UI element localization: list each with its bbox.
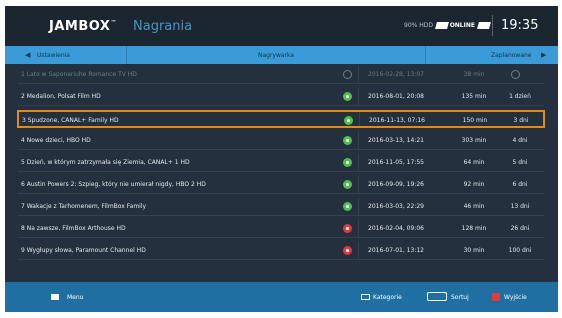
tab-scheduled-label: Zaplanowane	[491, 52, 532, 59]
recording-date: 2016-02-04, 09:06	[368, 225, 424, 232]
tab-recorder[interactable]: Nagrywarka	[126, 46, 426, 64]
recording-title: 7 Wakacje z Tarhomenem, FilmBox Family	[21, 203, 147, 210]
recording-duration: 303 min	[461, 137, 487, 144]
recording-duration: 135 min	[461, 93, 487, 100]
recording-age: 13 dni	[510, 203, 530, 210]
recording-age: 26 dni	[510, 225, 530, 232]
ok-key-icon	[427, 292, 447, 301]
category-key-icon	[361, 294, 370, 300]
clock: 19:35	[501, 18, 539, 33]
recording-age: 6 dni	[512, 181, 528, 188]
hdd-status: 90% HDD	[404, 22, 449, 29]
status-ok-icon	[343, 136, 352, 145]
recording-duration: 46 min	[463, 203, 485, 210]
recording-title: 9 Wygłupy słowa, Paramount Channel HD	[21, 247, 146, 254]
tab-scheduled[interactable]: Zaplanowane ▶	[426, 46, 558, 64]
status-ok-icon	[343, 202, 352, 211]
recording-row[interactable]: 4 Nowe dzieci, HBO HD 2016-03-13, 14:21 30…	[18, 132, 544, 150]
recording-date: 2016-07-01, 13:12	[368, 247, 424, 254]
category-label[interactable]: Kategorie	[373, 294, 402, 301]
exit-label[interactable]: Wyjście	[504, 294, 527, 301]
column-divider	[358, 132, 359, 149]
status-ok-icon	[343, 92, 352, 101]
recording-duration: 128 min	[461, 225, 487, 232]
column-divider	[358, 154, 359, 171]
status-ok-icon	[343, 180, 352, 189]
tab-bar: ◀ Ustawienia Nagrywarka Zaplanowane ▶	[5, 46, 558, 64]
tv-screen: JAMBOX™ Nagrania 90% HDD ONLINE 19:35 ◀ …	[5, 6, 558, 312]
recording-row[interactable]: 8 Na zawsze, FilmBox Arthouse HD 2016-02-…	[18, 220, 544, 238]
recording-title: 1 Lato w Saponariuhe Romance TV HD	[21, 71, 137, 78]
status-error-icon	[343, 224, 352, 233]
recording-date: 2016-11-13, 07:16	[369, 117, 425, 124]
recording-age: 100 dni	[508, 247, 532, 254]
column-divider	[358, 88, 359, 105]
tab-settings[interactable]: ◀ Ustawienia	[17, 46, 126, 64]
recording-title: 8 Na zawsze, FilmBox Arthouse HD	[21, 225, 126, 232]
recording-title: 4 Nowe dzieci, HBO HD	[21, 137, 91, 144]
network-icon	[477, 22, 491, 29]
recording-age: 1 dzień	[509, 93, 531, 100]
tab-settings-label: Ustawienia	[37, 52, 70, 59]
recording-duration: 38 min	[463, 71, 485, 78]
divider	[492, 15, 493, 36]
recording-row[interactable]: 6 Austin Powers 2: Szpieg, który nie umi…	[18, 176, 544, 194]
column-divider	[359, 112, 360, 126]
status-error-icon	[343, 246, 352, 255]
column-divider	[358, 66, 359, 83]
recording-title: 2 Medalion, Polsat Film HD	[21, 93, 101, 100]
recording-age: 3 dni	[513, 117, 529, 124]
top-bar: JAMBOX™ Nagrania 90% HDD ONLINE 19:35	[5, 6, 558, 46]
jambox-logo: JAMBOX™	[49, 19, 117, 34]
recording-age: 4 dni	[512, 137, 528, 144]
recording-title: 6 Austin Powers 2: Szpieg, który nie umi…	[21, 181, 206, 188]
recording-age: 5 dni	[512, 159, 528, 166]
page-title: Nagrania	[133, 19, 193, 34]
storage-icon	[435, 22, 449, 29]
status-ok-icon	[344, 116, 353, 125]
network-status: ONLINE	[450, 22, 491, 29]
tab-recorder-label: Nagrywarka	[257, 52, 295, 59]
selected-recording-row[interactable]: 3 Spudzone, CANAL+ Family HD 2016-11-13, …	[17, 110, 545, 128]
recording-row[interactable]: 5 Dzień, w którym zatrzymała się Ziemia,…	[18, 154, 544, 172]
recording-row[interactable]: 9 Wygłupy słowa, Paramount Channel HD 201…	[18, 242, 544, 260]
recording-duration: 92 min	[463, 181, 485, 188]
status-pending-icon	[343, 70, 352, 79]
recording-title: 5 Dzień, w którym zatrzymała się Ziemia,…	[21, 159, 190, 166]
red-key-icon	[492, 293, 500, 301]
recording-date: 2016-11-05, 17:55	[368, 159, 424, 166]
column-divider	[358, 198, 359, 215]
column-divider	[358, 176, 359, 193]
column-divider	[358, 242, 359, 259]
chevron-right-icon: ▶	[541, 51, 547, 59]
recording-row[interactable]: 1 Lato w Saponariuhe Romance TV HD 2016-0…	[18, 66, 544, 84]
recording-date: 2016-08-01, 20:08	[368, 93, 424, 100]
recording-duration: 150 min	[462, 117, 488, 124]
chevron-left-icon: ◀	[25, 51, 31, 59]
recording-date: 2016-03-13, 14:21	[368, 137, 424, 144]
sort-label[interactable]: Sortuj	[451, 294, 469, 301]
footer-bar: Menu Kategorie Sortuj Wyjście	[5, 282, 558, 312]
recording-date: 2016-02-28, 13:07	[368, 71, 424, 78]
recording-title: 3 Spudzone, CANAL+ Family HD	[22, 117, 119, 124]
recording-row[interactable]: 7 Wakacje z Tarhomenem, FilmBox Family 20…	[18, 198, 544, 216]
recording-date: 2016-09-09, 19:26	[368, 181, 424, 188]
pending-icon	[511, 70, 520, 79]
status-ok-icon	[343, 158, 352, 167]
recording-duration: 30 min	[463, 247, 485, 254]
recording-duration: 64 min	[463, 159, 485, 166]
recording-row[interactable]: 2 Medalion, Polsat Film HD 2016-08-01, 20…	[18, 88, 544, 106]
menu-label[interactable]: Menu	[67, 294, 83, 301]
column-divider	[358, 220, 359, 237]
recording-date: 2016-03-03, 22:29	[368, 203, 424, 210]
menu-icon[interactable]	[51, 294, 59, 300]
